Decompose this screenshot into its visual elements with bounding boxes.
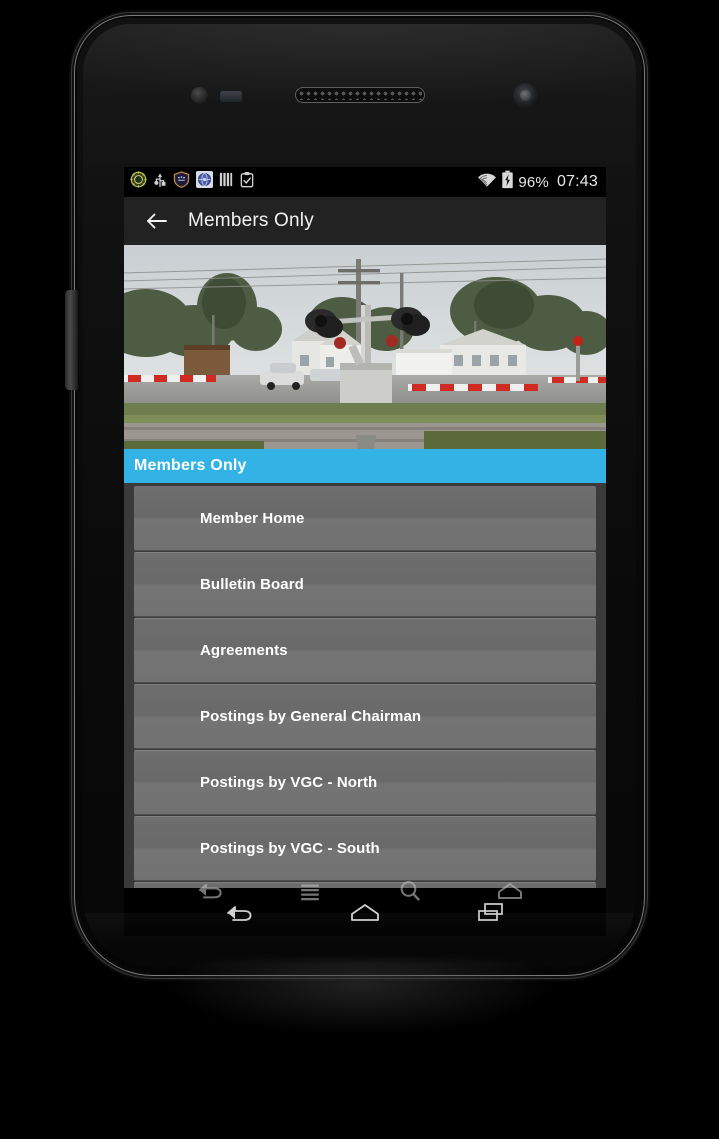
back-arrow-icon [147,213,167,229]
earpiece-speaker-icon [294,87,425,103]
front-camera-icon [513,83,538,108]
proximity-sensor-icon [191,87,208,104]
list-item-label: Agreements [200,642,288,659]
list-item-label: Postings by General Chairman [200,708,422,725]
usb-icon [153,171,167,193]
volume-rocker-button[interactable] [65,290,78,390]
list-item-label: Bulletin Board [200,576,304,593]
back-icon [198,884,222,899]
list-item[interactable]: Member Home [134,486,596,551]
capacitive-button-bar [83,861,636,921]
list-item-label: Postings by VGC - North [200,774,378,791]
app-action-bar: Members Only [124,197,606,245]
list-item-label: Member Home [200,509,305,527]
capacitive-menu-button[interactable] [289,871,331,911]
section-header-label: Members Only [134,457,247,474]
search-icon [400,881,420,901]
hero-image [124,245,606,449]
back-arrow-button[interactable] [142,206,172,236]
phone-device-frame: 96% 07:43 Members Only Members Only Memb… [65,18,642,973]
section-header: Members Only [124,449,606,483]
capacitive-back-button[interactable] [189,871,231,911]
railroad-crossing-illustration [124,245,606,449]
status-bar: 96% 07:43 [124,167,606,197]
globe-sync-icon [196,171,213,193]
menu-icon [300,884,319,901]
menu-list[interactable]: Member Home Bulletin Board Agreements Po… [124,483,606,888]
status-clock: 07:43 [556,173,598,190]
capacitive-search-button[interactable] [389,871,431,911]
list-item[interactable]: Agreements [134,618,596,683]
list-item[interactable]: Postings by VGC - North [134,750,596,815]
list-item[interactable]: Bulletin Board [134,552,596,617]
signal-bars-icon [219,171,233,193]
status-bar-notification-icons [130,171,255,193]
status-bar-system-icons: 96% 07:43 [477,170,598,194]
device-reflection [79,960,640,1080]
clipboard-check-icon [239,171,255,193]
home-icon [497,883,522,899]
app-badge-icon [130,171,147,193]
device-body: 96% 07:43 Members Only Members Only Memb… [83,24,636,967]
shield-badge-icon [173,171,190,193]
list-item[interactable]: Postings by General Chairman [134,684,596,749]
phone-screen: 96% 07:43 Members Only Members Only Memb… [124,167,606,936]
battery-charging-icon [501,170,514,194]
battery-percentage: 96% [518,173,549,191]
page-title: Members Only [188,210,314,231]
notification-led-icon [220,91,242,102]
wifi-icon [477,172,497,193]
capacitive-home-button[interactable] [489,871,531,911]
list-item-label: Postings by VGC - South [200,840,380,857]
